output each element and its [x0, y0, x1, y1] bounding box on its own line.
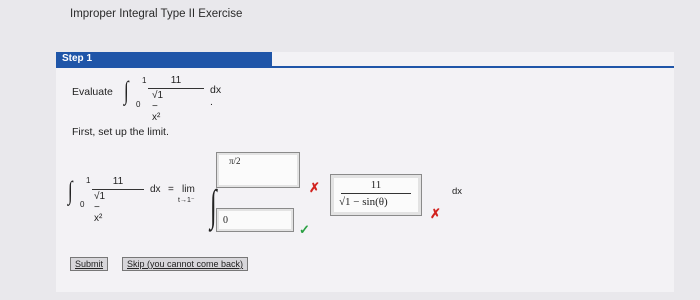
step-divider — [56, 66, 674, 68]
integrand-denominator: √1 − x² — [152, 90, 164, 123]
answer-differential: dx — [452, 186, 463, 197]
lower-limit-input[interactable]: 0 — [216, 208, 294, 232]
lower-limit-value: 0 — [223, 215, 228, 226]
evaluate-label: Evaluate — [72, 86, 113, 98]
integral-sign: ∫ — [124, 76, 129, 105]
upper-limit-incorrect-icon: ✗ — [309, 180, 320, 195]
integrand-input[interactable]: 11 √1 − sin(θ) — [330, 174, 422, 216]
upper-limit-value: π/2 — [229, 157, 241, 166]
lower-limit-correct-icon: ✓ — [299, 222, 310, 237]
integral-lower-bound: 0 — [136, 100, 141, 109]
upper-limit-input[interactable]: π/2 — [216, 152, 300, 188]
integrand-answer-bar — [341, 193, 411, 194]
integrand-denominator: √1 − x² — [94, 191, 106, 224]
skip-button[interactable]: Skip (you cannot come back) — [122, 257, 249, 271]
integrand-answer-numerator: 11 — [370, 179, 382, 191]
integral-upper-bound: 1 — [86, 176, 91, 185]
step-header: Step 1 — [56, 52, 272, 66]
integral-differential: dx . — [210, 84, 222, 108]
fraction-bar — [148, 88, 204, 89]
limit-subscript: t→1⁻ — [178, 197, 195, 204]
submit-button[interactable]: Submit — [70, 257, 109, 271]
integrand-answer-denominator: √1 − sin(θ) — [339, 196, 388, 208]
upper-limit-text: π/2 — [229, 156, 241, 166]
step-panel: Step 1 Evaluate ∫ 1 0 11 √1 − x² dx . Fi… — [56, 52, 674, 292]
instruction-text: First, set up the limit. — [72, 126, 169, 138]
fraction-bar — [92, 189, 144, 190]
limit-operator: lim — [182, 184, 195, 195]
integral-upper-bound: 1 — [142, 76, 147, 85]
integrand-numerator: 11 — [170, 75, 182, 86]
integrand-numerator: 11 — [112, 176, 124, 187]
page-title: Improper Integral Type II Exercise — [70, 8, 243, 20]
integral-lower-bound: 0 — [80, 200, 85, 209]
equals-sign: = — [168, 184, 174, 195]
integral-sign: ∫ — [68, 176, 73, 205]
integrand-incorrect-icon: ✗ — [430, 206, 441, 221]
limit-differential: dx — [150, 184, 161, 195]
